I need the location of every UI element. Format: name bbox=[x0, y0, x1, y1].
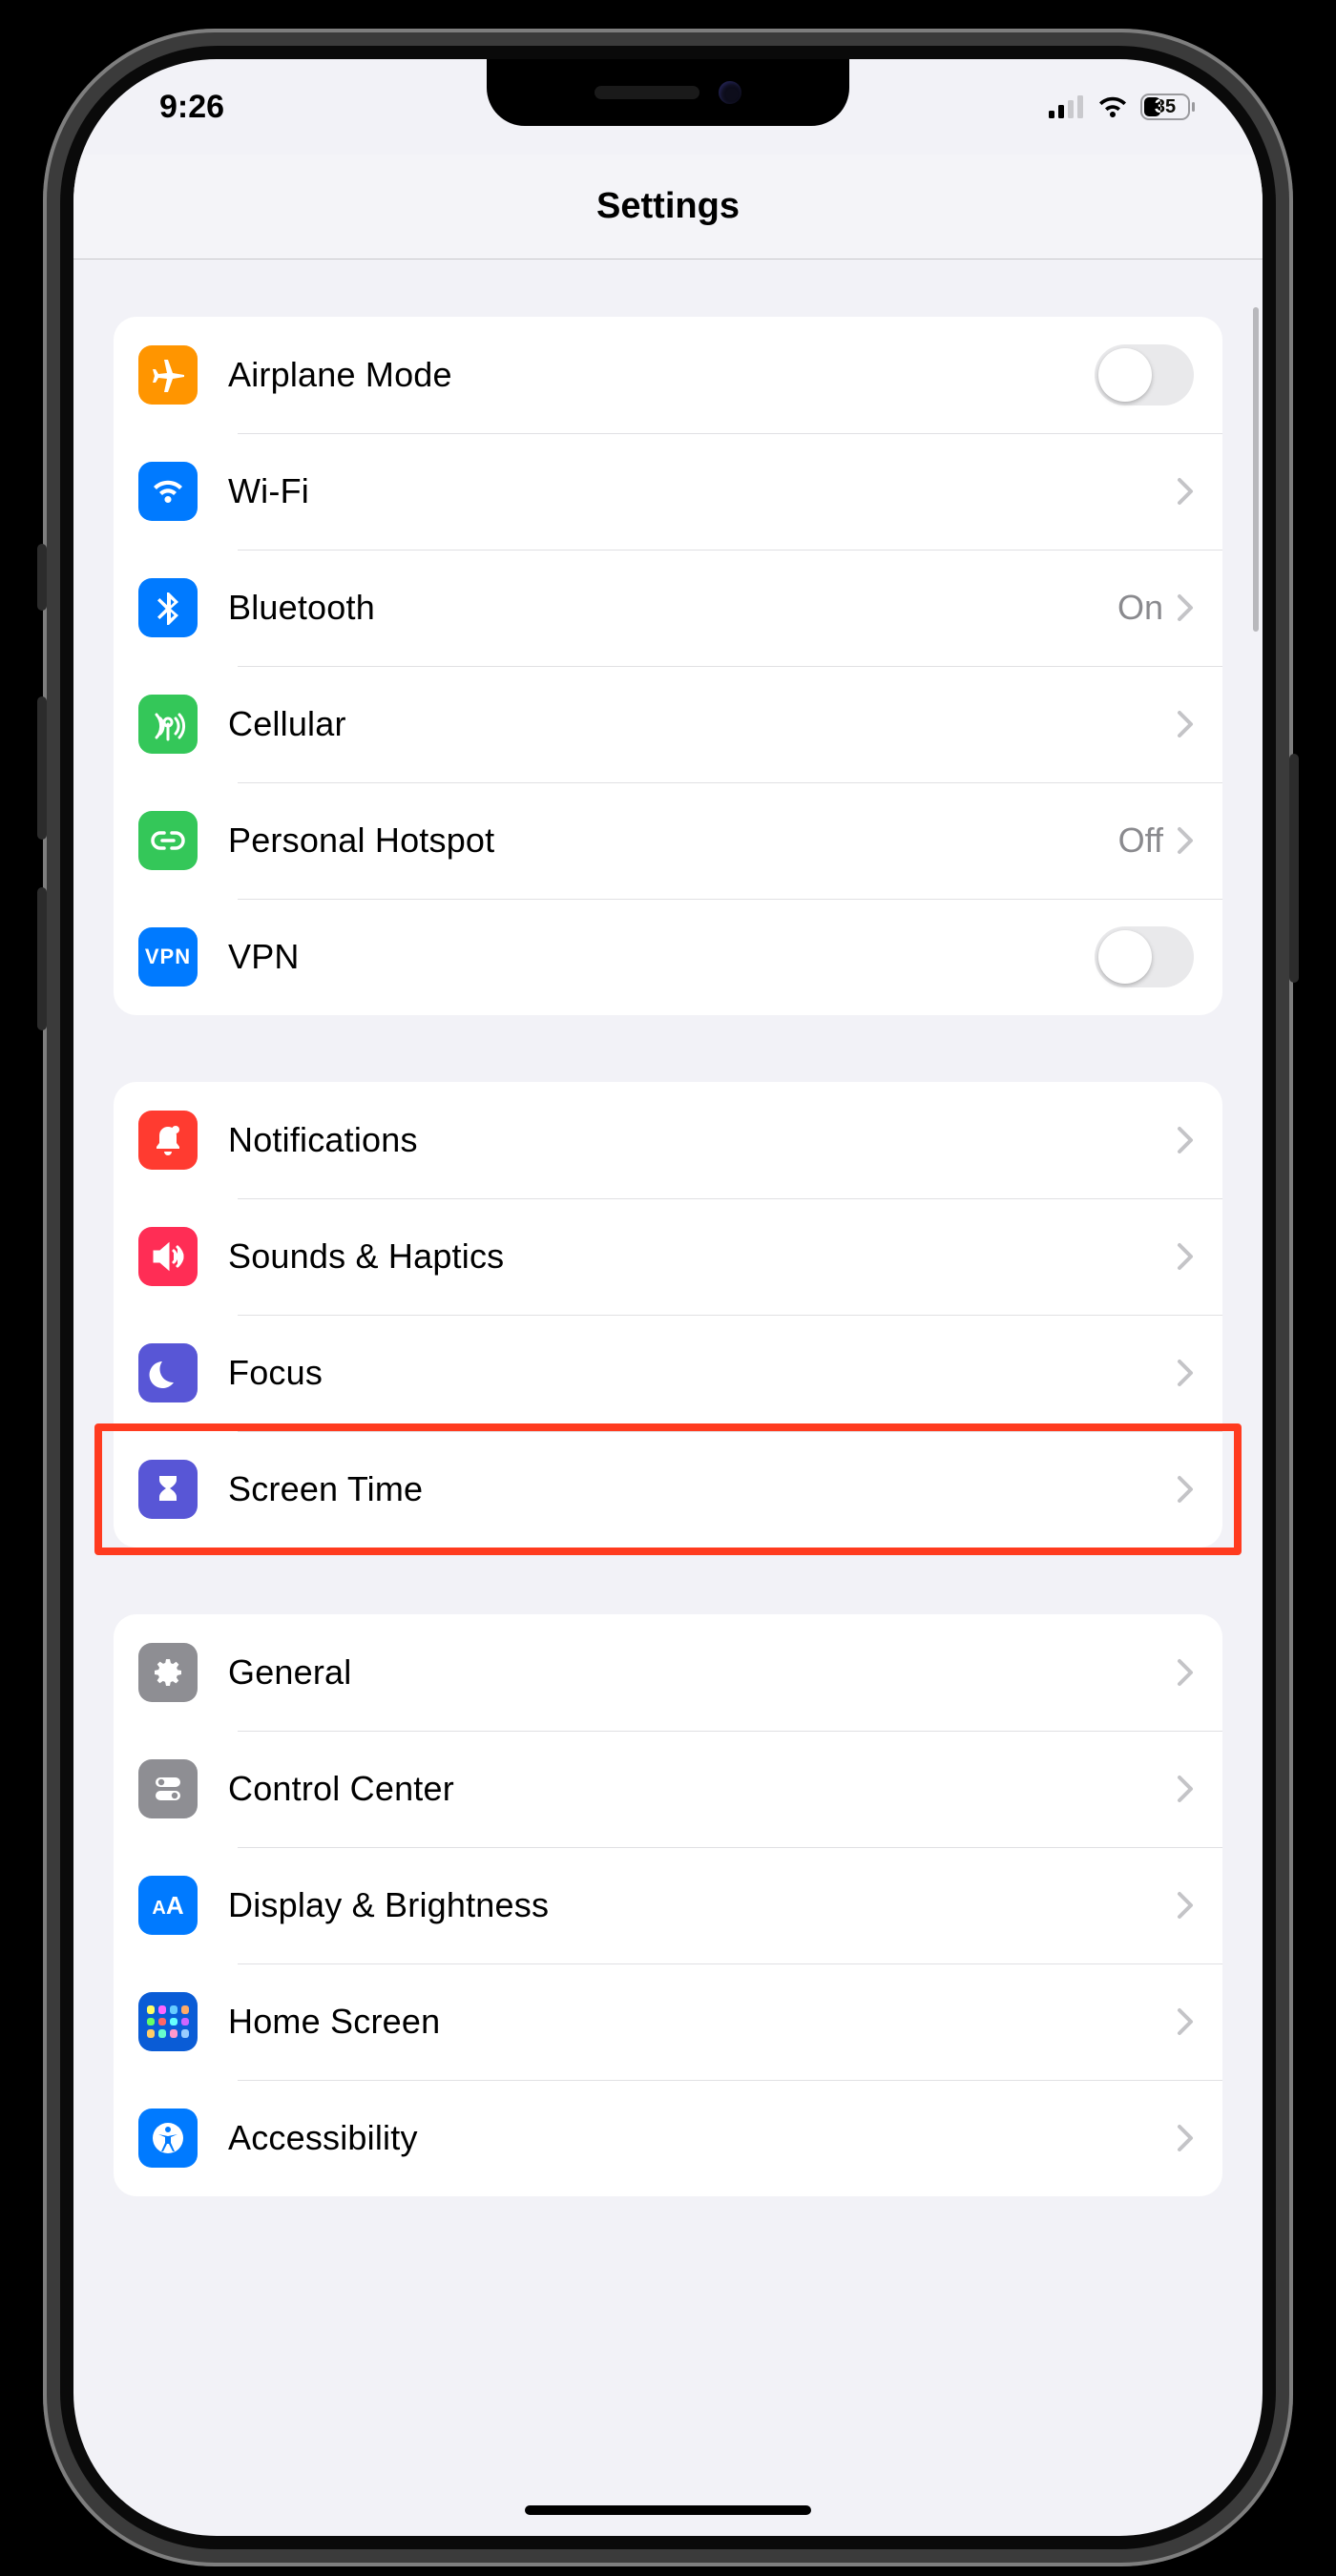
row-homescreen[interactable]: Home Screen bbox=[114, 1963, 1222, 2080]
cellular-signal-icon bbox=[1049, 95, 1085, 118]
chevron-right-icon bbox=[1177, 2007, 1194, 2036]
row-cellular[interactable]: Cellular bbox=[114, 666, 1222, 782]
row-label: VPN bbox=[228, 937, 1095, 977]
row-focus[interactable]: Focus bbox=[114, 1315, 1222, 1431]
row-screentime[interactable]: Screen Time bbox=[114, 1431, 1222, 1548]
row-label: Notifications bbox=[228, 1120, 1177, 1160]
volume-up-button bbox=[37, 696, 47, 840]
chevron-right-icon bbox=[1177, 1658, 1194, 1687]
battery-percent: 35 bbox=[1140, 96, 1190, 118]
page-title: Settings bbox=[596, 186, 740, 227]
row-hotspot[interactable]: Personal HotspotOff bbox=[114, 782, 1222, 899]
phone-frame: 9:26 35 Sett bbox=[43, 29, 1293, 2566]
speaker-icon bbox=[138, 1227, 198, 1286]
volume-down-button bbox=[37, 887, 47, 1030]
moon-icon bbox=[138, 1343, 198, 1402]
row-sounds[interactable]: Sounds & Haptics bbox=[114, 1198, 1222, 1315]
row-display[interactable]: AA Display & Brightness bbox=[114, 1847, 1222, 1963]
settings-section: Airplane Mode Wi-Fi BluetoothOn Cellular Per… bbox=[114, 317, 1222, 1015]
row-label: Personal Hotspot bbox=[228, 821, 1118, 861]
chevron-right-icon bbox=[1177, 1775, 1194, 1803]
stage: 9:26 35 Sett bbox=[0, 0, 1336, 2576]
grid-icon bbox=[138, 1992, 198, 2051]
mute-switch bbox=[37, 544, 47, 611]
chevron-right-icon bbox=[1177, 593, 1194, 622]
battery-icon: 35 bbox=[1140, 93, 1196, 120]
toggles-icon bbox=[138, 1759, 198, 1818]
row-notifications[interactable]: Notifications bbox=[114, 1082, 1222, 1198]
chevron-right-icon bbox=[1177, 1891, 1194, 1920]
power-button bbox=[1289, 754, 1299, 983]
row-vpn[interactable]: VPN VPN bbox=[114, 899, 1222, 1015]
row-label: Accessibility bbox=[228, 2118, 1177, 2158]
screen: 9:26 35 Sett bbox=[73, 59, 1263, 2536]
row-accessibility[interactable]: Accessibility bbox=[114, 2080, 1222, 2196]
row-label: Screen Time bbox=[228, 1469, 1177, 1509]
row-label: General bbox=[228, 1652, 1177, 1693]
vpn-icon: VPN bbox=[138, 927, 198, 987]
row-label: Sounds & Haptics bbox=[228, 1236, 1177, 1277]
wifi-icon bbox=[138, 462, 198, 521]
chevron-right-icon bbox=[1177, 826, 1194, 855]
nav-bar: Settings bbox=[73, 155, 1263, 260]
row-general[interactable]: General bbox=[114, 1614, 1222, 1731]
row-bluetooth[interactable]: BluetoothOn bbox=[114, 550, 1222, 666]
row-airplane[interactable]: Airplane Mode bbox=[114, 317, 1222, 433]
row-wifi[interactable]: Wi-Fi bbox=[114, 433, 1222, 550]
chevron-right-icon bbox=[1177, 1359, 1194, 1387]
settings-section: General Control Center AA Display & Brightn… bbox=[114, 1614, 1222, 2196]
row-value: Off bbox=[1118, 821, 1163, 861]
accessibility-icon bbox=[138, 2109, 198, 2168]
home-indicator[interactable] bbox=[525, 2505, 811, 2515]
bell-icon bbox=[138, 1111, 198, 1170]
textsize-icon: AA bbox=[138, 1876, 198, 1935]
phone-bezel: 9:26 35 Sett bbox=[60, 46, 1276, 2549]
chevron-right-icon bbox=[1177, 710, 1194, 738]
row-label: Home Screen bbox=[228, 2002, 1177, 2042]
scroll-indicator bbox=[1253, 307, 1259, 632]
chevron-right-icon bbox=[1177, 1242, 1194, 1271]
chevron-right-icon bbox=[1177, 2124, 1194, 2152]
gear-icon bbox=[138, 1643, 198, 1702]
earpiece bbox=[595, 86, 699, 99]
chevron-right-icon bbox=[1177, 477, 1194, 506]
front-camera bbox=[719, 81, 741, 104]
row-label: Control Center bbox=[228, 1769, 1177, 1809]
status-right: 35 bbox=[1049, 93, 1196, 120]
toggle-airplane[interactable] bbox=[1095, 344, 1194, 405]
antenna-icon bbox=[138, 695, 198, 754]
airplane-icon bbox=[138, 345, 198, 405]
bluetooth-icon bbox=[138, 578, 198, 637]
row-label: Display & Brightness bbox=[228, 1885, 1177, 1925]
notch bbox=[487, 59, 849, 126]
chevron-right-icon bbox=[1177, 1475, 1194, 1504]
row-controlcenter[interactable]: Control Center bbox=[114, 1731, 1222, 1847]
chevron-right-icon bbox=[1177, 1126, 1194, 1154]
row-label: Airplane Mode bbox=[228, 355, 1095, 395]
wifi-status-icon bbox=[1096, 95, 1129, 118]
toggle-vpn[interactable] bbox=[1095, 926, 1194, 987]
settings-section: Notifications Sounds & Haptics Focus Screen… bbox=[114, 1082, 1222, 1548]
link-icon bbox=[138, 811, 198, 870]
status-time: 9:26 bbox=[159, 89, 224, 126]
row-label: Cellular bbox=[228, 704, 1177, 744]
row-label: Bluetooth bbox=[228, 588, 1117, 628]
row-value: On bbox=[1117, 588, 1163, 628]
content[interactable]: Airplane Mode Wi-Fi BluetoothOn Cellular Per… bbox=[73, 260, 1263, 2536]
hourglass-icon bbox=[138, 1460, 198, 1519]
row-label: Focus bbox=[228, 1353, 1177, 1393]
row-label: Wi-Fi bbox=[228, 471, 1177, 511]
